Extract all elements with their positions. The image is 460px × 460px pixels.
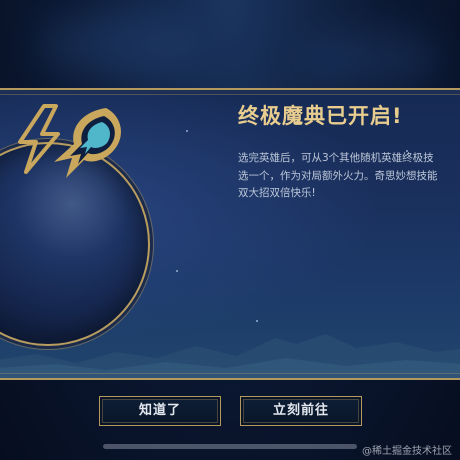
description-line: 选一个，作为对局额外火力。奇思妙想技能 <box>238 169 438 182</box>
go-now-button[interactable]: 立刻前往 <box>240 396 362 426</box>
dialog-description: 选完英雄后，可从3个其他随机英雄终极技 选一个，作为对局额外火力。奇思妙想技能 … <box>238 150 460 203</box>
description-line: 双大招双倍快乐! <box>238 187 316 199</box>
home-indicator-bar[interactable] <box>103 444 357 449</box>
watermark: @稀土掘金技术社区 <box>362 446 452 457</box>
background-nebula <box>300 30 440 90</box>
acknowledge-button[interactable]: 知道了 <box>99 396 221 426</box>
star <box>186 130 188 132</box>
game-screen: 终极魔典已开启! 选完英雄后，可从3个其他随机英雄终极技 选一个，作为对局额外火… <box>0 0 460 460</box>
dialog-title: 终极魔典已开启! <box>238 104 403 128</box>
star <box>176 270 178 272</box>
background-nebula <box>40 10 200 80</box>
ultimate-spellbook-icon <box>18 104 121 178</box>
description-line: 选完英雄后，可从3个其他随机英雄终极技 <box>238 152 434 164</box>
